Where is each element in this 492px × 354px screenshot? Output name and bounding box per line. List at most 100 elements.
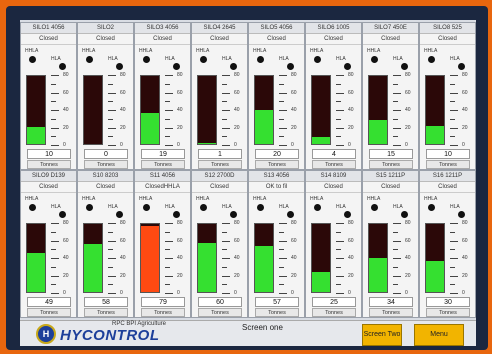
scale-minor-tick [336, 136, 341, 138]
level-scale: 80 60 40 20 0 [450, 72, 474, 148]
silo-panel[interactable]: SILO1 4056 Closed HHLA HLA 80 60 40 20 0 10 Tonnes [20, 22, 77, 170]
scale-tick-label: 40 [348, 255, 354, 261]
silo-tonnes-value: 1 [198, 149, 242, 159]
scale-tick [393, 223, 401, 224]
silo-panel[interactable]: SILO4 2645 Closed HHLA HLA 80 60 40 20 0 1 Tonnes [191, 22, 248, 170]
hla-indicator-icon [116, 211, 123, 218]
scale-tick-label: 60 [120, 89, 126, 96]
scale-tick [336, 258, 344, 259]
silo-name: SILO8 525 [420, 23, 475, 34]
scale-tick [51, 110, 59, 111]
scale-tick [450, 145, 458, 146]
scale-tick-label: 0 [234, 290, 237, 296]
silo-level-bar [254, 223, 274, 293]
scale-tick [108, 145, 116, 146]
scale-tick-label: 20 [63, 272, 69, 279]
scale-minor-tick [336, 249, 341, 251]
silo-level-fill [27, 252, 45, 292]
scale-tick [222, 92, 230, 94]
silo-unit-label: Tonnes [27, 160, 71, 169]
level-scale: 80 60 40 20 0 [165, 72, 189, 148]
scale-tick-label: 20 [348, 124, 354, 131]
silo-panel[interactable]: SILO8 525 Closed HHLA HLA 80 60 40 20 0 10 Tonnes [419, 22, 476, 170]
scale-tick-label: 20 [234, 272, 240, 279]
silo-panel[interactable]: SILO6 1005 Closed HHLA HLA 80 60 40 20 0 4 Tonnes [305, 22, 362, 170]
silo-tonnes-value: 10 [27, 149, 71, 159]
hhla-label: HHLA [25, 48, 39, 54]
hhla-indicator-icon [86, 204, 93, 211]
silo-name: S15 1211P [363, 171, 418, 182]
hla-label: HLA [222, 204, 232, 210]
silo-name: SILO7 450E [363, 23, 418, 34]
silo-panel[interactable]: S11 4056 ClosedHHLA HHLA HLA 80 60 40 20 0 79 Tonn… [134, 170, 191, 318]
scale-tick-label: 20 [120, 272, 126, 279]
scale-minor-tick [51, 266, 56, 268]
scale-tick-label: 60 [291, 237, 297, 244]
scale-tick-label: 0 [234, 142, 237, 148]
menu-button[interactable]: Menu [414, 324, 464, 346]
silo-panel[interactable]: SILO3 4056 Closed HHLA HLA 80 60 40 20 0 19 Tonnes [134, 22, 191, 170]
level-scale: 80 60 40 20 0 [279, 220, 303, 296]
screen-two-button[interactable]: Screen Two [362, 324, 402, 346]
silo-tonnes-value: 57 [255, 297, 299, 307]
level-scale: 80 60 40 20 0 [222, 220, 246, 296]
scale-tick-label: 80 [63, 220, 69, 226]
level-scale: 80 60 40 20 0 [108, 220, 132, 296]
scale-minor-tick [108, 136, 113, 138]
silo-unit-label: Tonnes [84, 308, 128, 317]
scale-tick-label: 40 [291, 255, 297, 261]
silo-row-1: SILO1 4056 Closed HHLA HLA 80 60 40 20 0 10 Tonnes… [20, 22, 476, 172]
silo-panel[interactable]: S13 4056 OK to fil HHLA HLA 80 60 40 20 0 57 Tonne… [248, 170, 305, 318]
scale-minor-tick [222, 249, 227, 251]
hycontrol-logo-icon: H [36, 324, 56, 344]
scale-tick-label: 60 [234, 89, 240, 96]
scale-tick [51, 258, 59, 259]
silo-unit-label: Tonnes [84, 160, 128, 169]
scale-tick-label: 40 [462, 107, 468, 113]
scale-minor-tick [393, 101, 398, 103]
silo-name: S13 4056 [249, 171, 304, 182]
hla-indicator-icon [458, 211, 465, 218]
scale-tick [108, 240, 116, 242]
scale-tick-label: 20 [177, 272, 183, 279]
silo-level-fill [141, 226, 159, 292]
hhla-indicator-icon [371, 204, 378, 211]
silo-panel[interactable]: S15 1211P Closed HHLA HLA 80 60 40 20 0 34 Tonnes [362, 170, 419, 318]
silo-panel[interactable]: S16 1211P Closed HHLA HLA 80 60 40 20 0 30 Tonnes [419, 170, 476, 318]
silo-name: S12 2700D [192, 171, 247, 182]
hhla-label: HHLA [196, 196, 210, 202]
silo-row-2: SILO9 D139 Closed HHLA HLA 80 60 40 20 0 49 Tonnes… [20, 170, 476, 320]
silo-panel[interactable]: SILO7 450E Closed HHLA HLA 80 60 40 20 0 15 Tonnes [362, 22, 419, 170]
silo-panel[interactable]: SILO2 Closed HHLA HLA 80 60 40 20 0 0 Tonnes [77, 22, 134, 170]
scale-tick-label: 40 [405, 255, 411, 261]
silo-unit-label: Tonnes [141, 160, 185, 169]
silo-tonnes-value: 15 [369, 149, 413, 159]
scale-tick [51, 75, 59, 76]
silo-panel[interactable]: S10 8203 Closed HHLA HLA 80 60 40 20 0 58 Tonnes [77, 170, 134, 318]
hla-label: HLA [336, 56, 346, 62]
scale-tick [336, 92, 344, 94]
silo-panel[interactable]: S14 8109 Closed HHLA HLA 80 60 40 20 0 25 Tonnes [305, 170, 362, 318]
scale-minor-tick [393, 118, 398, 120]
hla-label: HLA [51, 204, 61, 210]
level-scale: 80 60 40 20 0 [336, 72, 360, 148]
silo-panel[interactable]: S12 2700D Closed HHLA HLA 80 60 40 20 0 60 Tonnes [191, 170, 248, 318]
silo-level-bar [83, 223, 103, 293]
scale-tick-label: 0 [63, 142, 66, 148]
scale-tick-label: 60 [234, 237, 240, 244]
silo-status: Closed [249, 34, 304, 45]
scale-minor-tick [450, 136, 455, 138]
scale-tick-label: 80 [291, 220, 297, 226]
scale-tick-label: 20 [462, 272, 468, 279]
scale-tick-label: 60 [63, 89, 69, 96]
scale-minor-tick [279, 231, 284, 233]
silo-status: Closed [21, 182, 76, 193]
silo-panel[interactable]: SILO5 4056 Closed HHLA HLA 80 60 40 20 0 20 Tonnes [248, 22, 305, 170]
hla-label: HLA [279, 56, 289, 62]
scale-tick-label: 20 [405, 272, 411, 279]
silo-unit-label: Tonnes [426, 308, 470, 317]
silo-unit-label: Tonnes [198, 160, 242, 169]
scale-tick-label: 0 [120, 290, 123, 296]
silo-panel[interactable]: SILO9 D139 Closed HHLA HLA 80 60 40 20 0 49 Tonnes [20, 170, 77, 318]
silo-level-bar [140, 75, 160, 145]
